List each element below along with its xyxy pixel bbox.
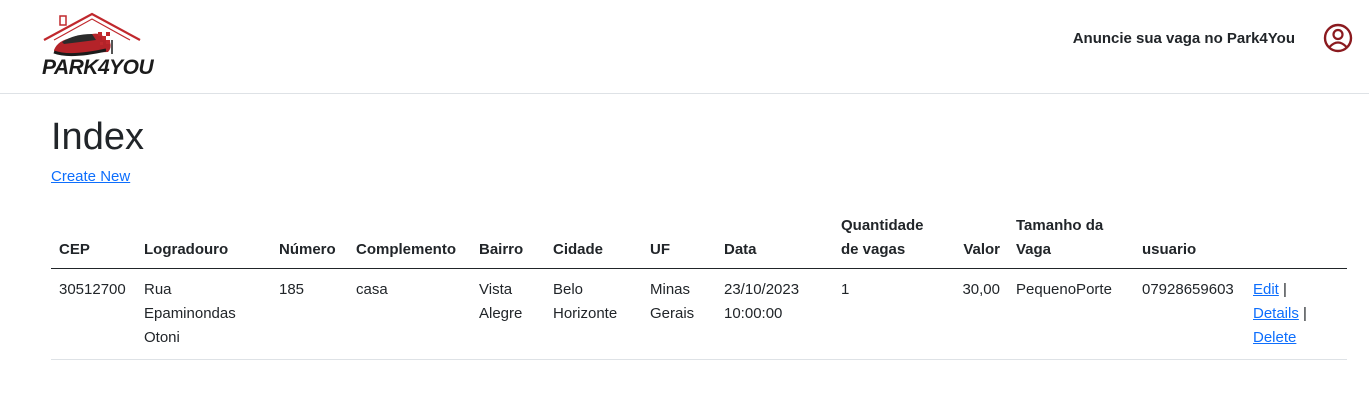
cell-usuario: 07928659603	[1134, 268, 1245, 360]
header-logradouro: Logradouro	[136, 208, 271, 269]
header-tamanho: Tamanho da Vaga	[1008, 208, 1134, 269]
navbar: PARK4YOU Anuncie sua vaga no Park4You	[0, 0, 1369, 94]
user-circle-icon[interactable]	[1323, 23, 1353, 53]
cell-cep: 30512700	[51, 268, 136, 360]
header-quantidade: Quantidade de vagas	[833, 208, 943, 269]
cell-cidade: Belo Horizonte	[545, 268, 642, 360]
cell-quantidade: 1	[833, 268, 943, 360]
separator: |	[1283, 281, 1287, 298]
cell-complemento: casa	[348, 268, 471, 360]
vagas-table: CEP Logradouro Número Complemento Bairro…	[51, 208, 1347, 360]
park4you-logo[interactable]: PARK4YOU	[40, 10, 154, 84]
page-title: Index	[51, 116, 144, 158]
header-actions	[1245, 208, 1347, 269]
header-numero: Número	[271, 208, 348, 269]
header-cidade: Cidade	[545, 208, 642, 269]
cell-tamanho: PequenoPorte	[1008, 268, 1134, 360]
cell-numero: 185	[271, 268, 348, 360]
table-row: 30512700 Rua Epaminondas Otoni 185 casa …	[51, 268, 1347, 360]
cell-logradouro: Rua Epaminondas Otoni	[136, 268, 271, 360]
header-usuario: usuario	[1134, 208, 1245, 269]
header-data: Data	[716, 208, 833, 269]
header-complemento: Complemento	[348, 208, 471, 269]
logo-text: PARK4YOU	[42, 56, 154, 79]
edit-link[interactable]: Edit	[1253, 281, 1279, 298]
announce-link[interactable]: Anuncie sua vaga no Park4You	[1073, 30, 1295, 47]
cell-bairro: Vista Alegre	[471, 268, 545, 360]
cell-uf: Minas Gerais	[642, 268, 716, 360]
header-cep: CEP	[51, 208, 136, 269]
cell-valor: 30,00	[943, 268, 1008, 360]
cell-data: 23/10/2023 10:00:00	[716, 268, 833, 360]
create-new-link[interactable]: Create New	[51, 168, 130, 185]
cell-actions: Edit | Details | Delete	[1245, 268, 1347, 360]
header-bairro: Bairro	[471, 208, 545, 269]
separator: |	[1303, 305, 1307, 322]
header-valor: Valor	[943, 208, 1008, 269]
nav-right: Anuncie sua vaga no Park4You	[1073, 23, 1353, 53]
delete-link[interactable]: Delete	[1253, 329, 1296, 346]
details-link[interactable]: Details	[1253, 305, 1299, 322]
header-uf: UF	[642, 208, 716, 269]
main-content: Index Create New CEP Logradouro Número C…	[0, 114, 1369, 360]
table-header-row: CEP Logradouro Número Complemento Bairro…	[51, 208, 1347, 269]
